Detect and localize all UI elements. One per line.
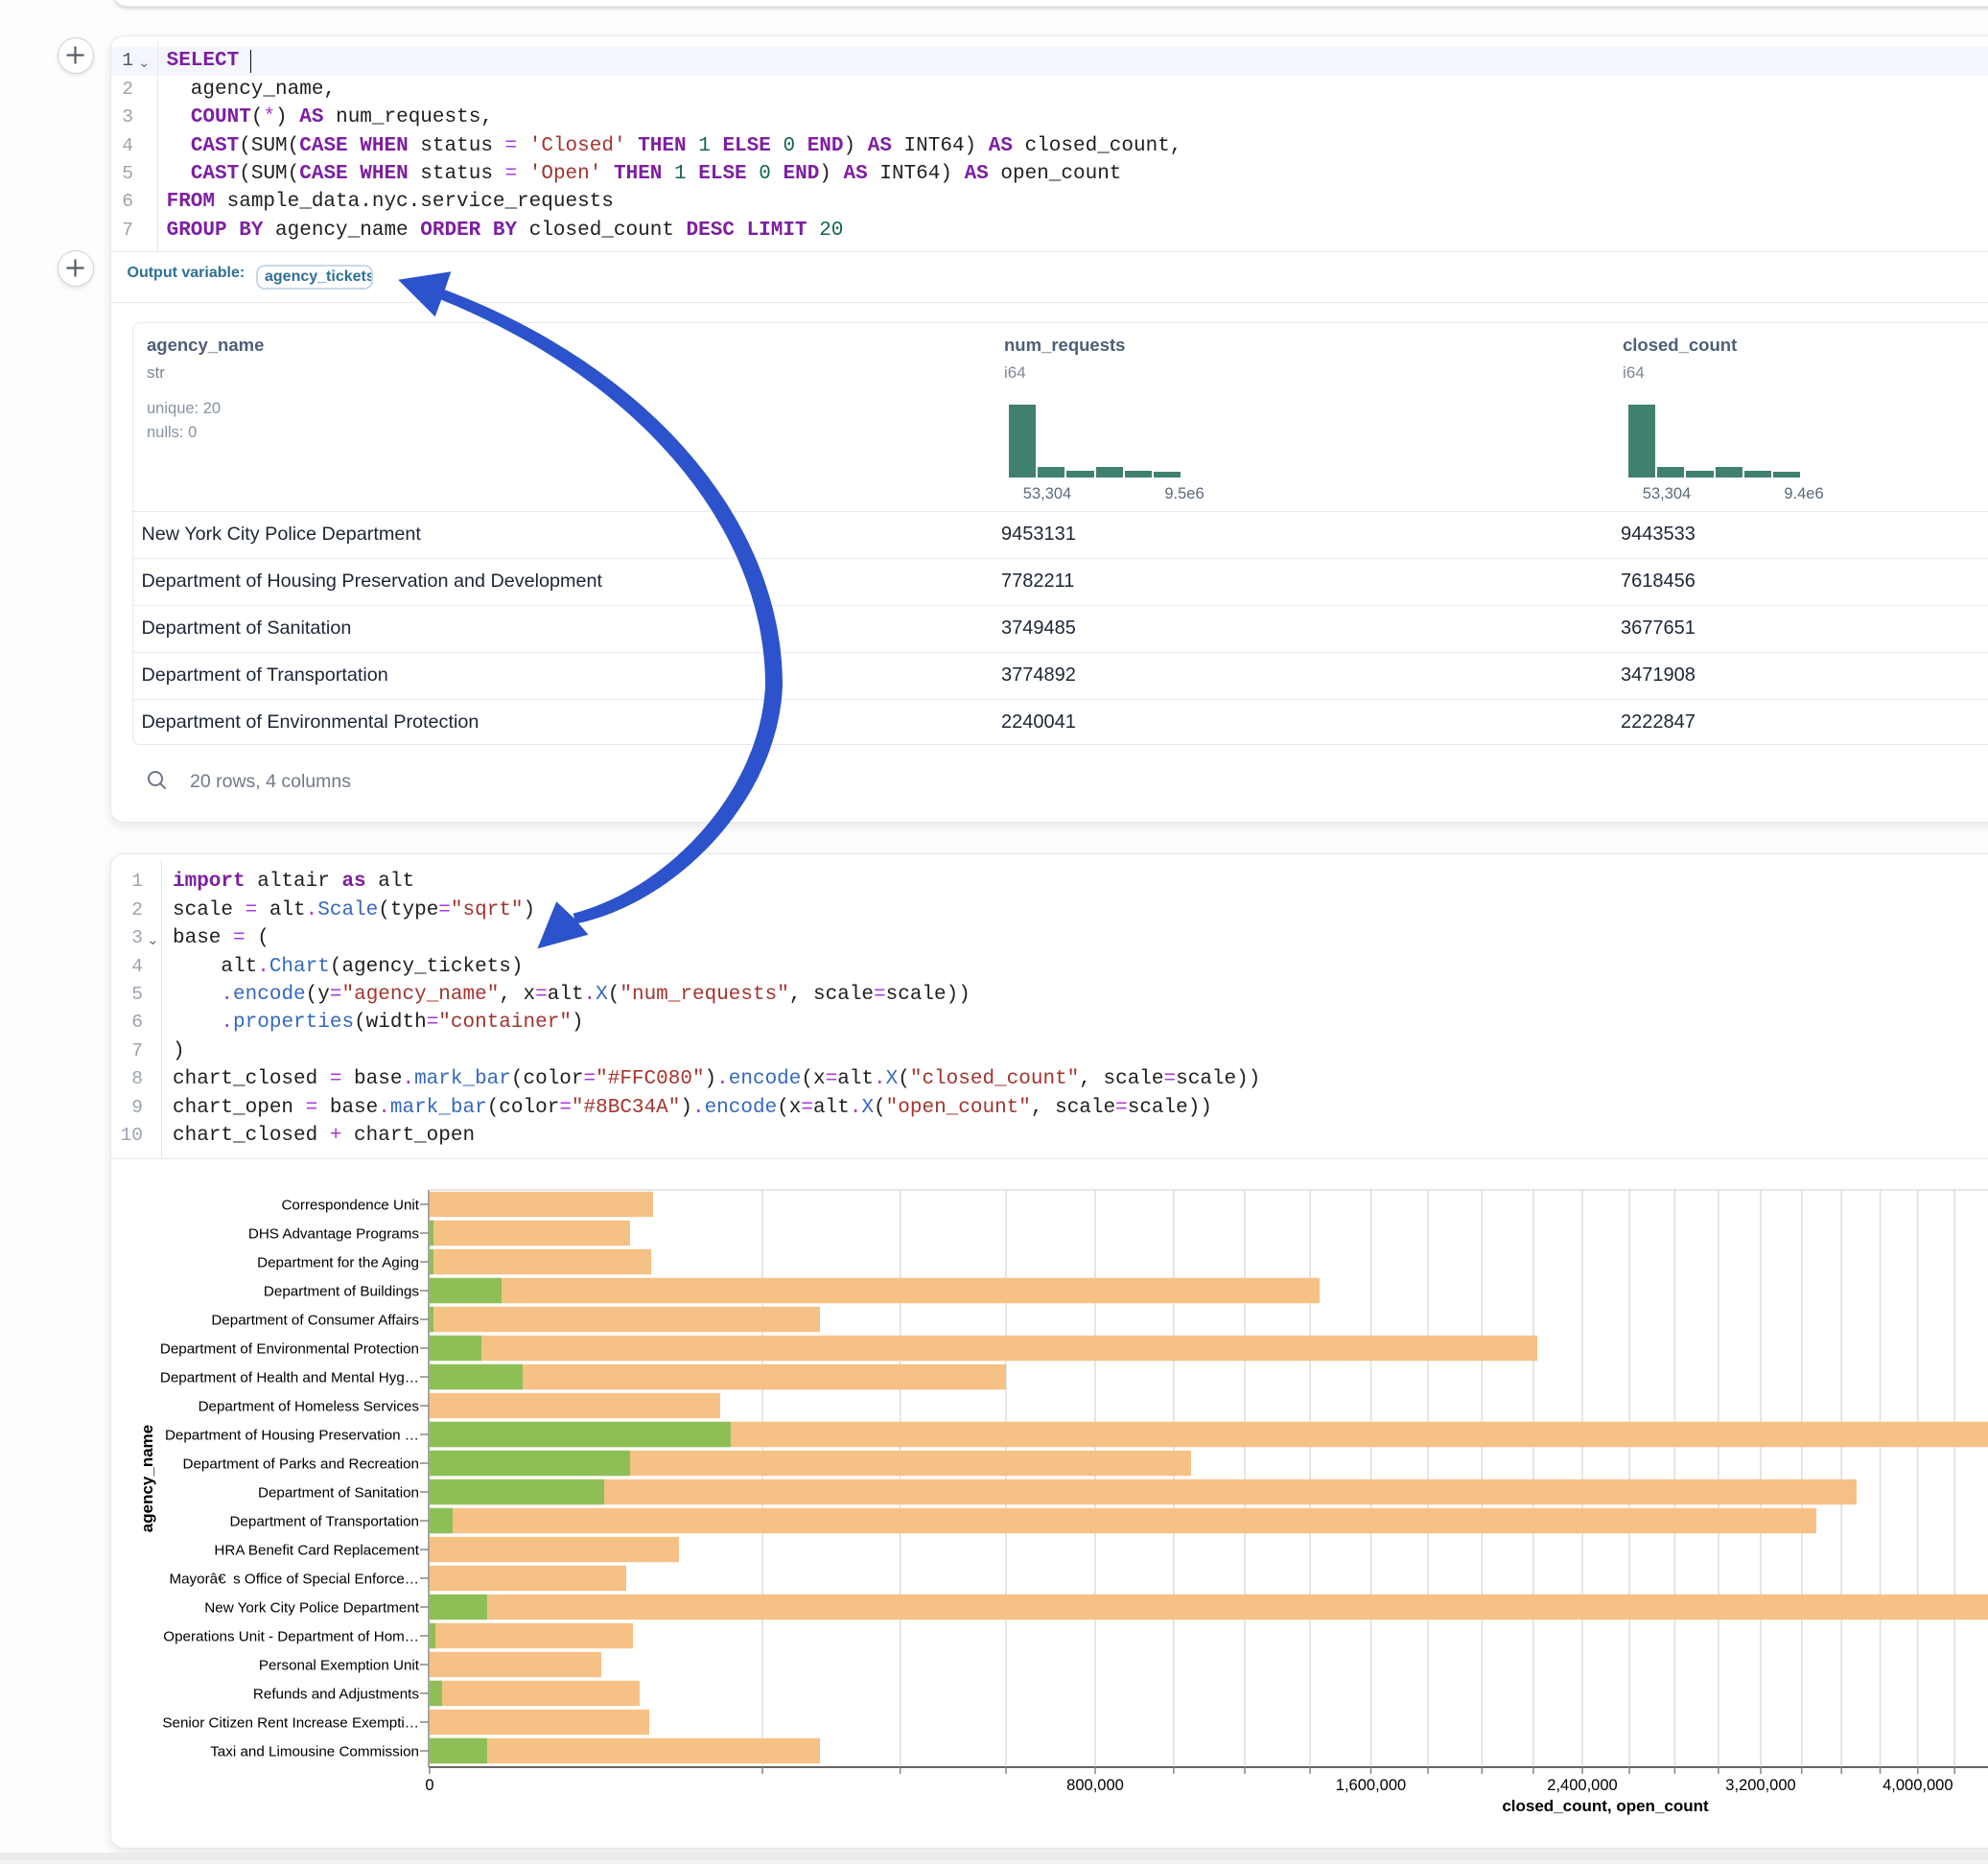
svg-text:2,400,000: 2,400,000 bbox=[1547, 1777, 1617, 1794]
svg-text:Department of Consumer Affairs: Department of Consumer Affairs bbox=[211, 1313, 419, 1329]
svg-text:New York City Police Departmen: New York City Police Department bbox=[204, 1600, 419, 1617]
svg-text:Department of Buildings: Department of Buildings bbox=[264, 1284, 419, 1300]
svg-text:Senior Citizen Rent Increase E: Senior Citizen Rent Increase Exempti… bbox=[162, 1715, 419, 1732]
svg-text:Department of Transportation: Department of Transportation bbox=[229, 1514, 419, 1530]
svg-text:Department of Health and Menta: Department of Health and Mental Hyg… bbox=[160, 1370, 419, 1386]
svg-text:Department for the Aging: Department for the Aging bbox=[257, 1255, 419, 1271]
svg-text:Personal Exemption Unit: Personal Exemption Unit bbox=[259, 1658, 420, 1674]
svg-text:0: 0 bbox=[425, 1777, 433, 1794]
svg-text:agency_name: agency_name bbox=[138, 1425, 156, 1532]
svg-text:800,000: 800,000 bbox=[1066, 1777, 1124, 1794]
svg-text:closed_count, open_count: closed_count, open_count bbox=[1502, 1797, 1709, 1815]
svg-text:Correspondence Unit: Correspondence Unit bbox=[281, 1198, 419, 1214]
svg-text:4,000,000: 4,000,000 bbox=[1883, 1777, 1953, 1794]
svg-text:Department of Environmental Pr: Department of Environmental Protection bbox=[160, 1341, 419, 1358]
svg-text:Department of Parks and Recrea: Department of Parks and Recreation bbox=[182, 1456, 419, 1473]
svg-text:Operations Unit - Department o: Operations Unit - Department of Hom… bbox=[163, 1629, 419, 1645]
svg-text:3,200,000: 3,200,000 bbox=[1725, 1777, 1795, 1794]
svg-text:Department of Sanitation: Department of Sanitation bbox=[258, 1485, 419, 1502]
svg-text:1,600,000: 1,600,000 bbox=[1336, 1777, 1406, 1794]
svg-text:DHS Advantage Programs: DHS Advantage Programs bbox=[248, 1226, 420, 1243]
svg-text:Mayorâ€ s Office of Special En: Mayorâ€ s Office of Special Enforce… bbox=[169, 1572, 419, 1588]
svg-text:HRA Benefit Card Replacement: HRA Benefit Card Replacement bbox=[214, 1543, 419, 1559]
svg-text:Taxi and Limousine Commission: Taxi and Limousine Commission bbox=[210, 1744, 419, 1760]
svg-text:Refunds and Adjustments: Refunds and Adjustments bbox=[253, 1687, 419, 1703]
svg-text:Department of Housing Preserva: Department of Housing Preservation … bbox=[165, 1428, 419, 1444]
svg-text:Department of Homeless Service: Department of Homeless Services bbox=[199, 1399, 420, 1415]
